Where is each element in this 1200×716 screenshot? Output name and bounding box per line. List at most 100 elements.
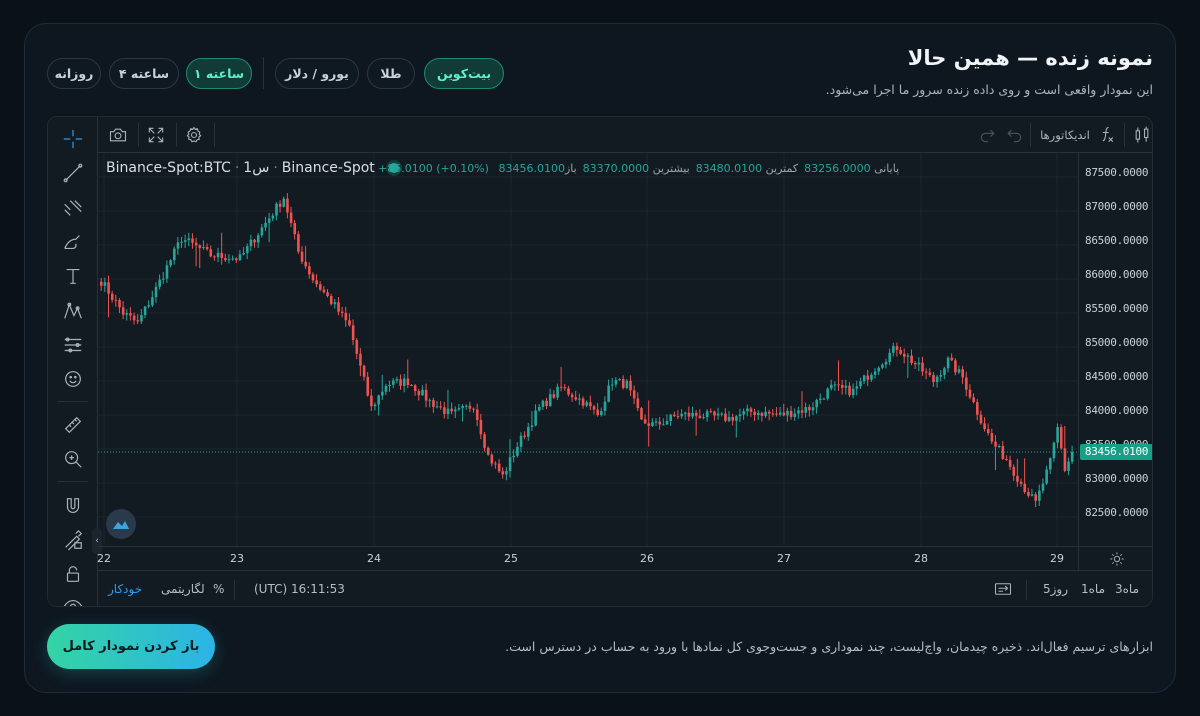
pattern-icon[interactable]: [58, 297, 88, 325]
candle-body: [238, 254, 242, 261]
interval-tab-daily[interactable]: روزانه: [47, 58, 101, 89]
candle-body: [402, 378, 406, 386]
candle-body: [986, 429, 990, 434]
lock-icon[interactable]: [58, 560, 88, 588]
open-full-chart-button[interactable]: باز کردن نمودار کامل: [47, 624, 215, 669]
legend-open-label: باز: [564, 162, 577, 175]
candle-body: [227, 259, 231, 261]
candle-body: [965, 377, 968, 390]
redo-icon[interactable]: [978, 122, 998, 148]
candle-body: [647, 423, 651, 426]
candle-body: [596, 409, 599, 416]
undo-icon[interactable]: [1004, 122, 1024, 148]
fullscreen-icon[interactable]: [144, 122, 168, 148]
magnet-icon[interactable]: [58, 492, 88, 520]
ruler-icon[interactable]: [58, 411, 88, 439]
percent-scale-toggle[interactable]: %: [213, 582, 224, 596]
time-axis[interactable]: 22 23 24 25 26 27 28 29: [97, 546, 1078, 570]
candle-body: [417, 391, 421, 396]
price-tick: 86500.0000: [1085, 234, 1149, 247]
settings-icon[interactable]: [182, 122, 206, 148]
function-icon[interactable]: [1096, 122, 1118, 148]
candle-body: [1008, 460, 1012, 467]
candle-body: [388, 384, 391, 387]
time-tick: 23: [230, 552, 244, 565]
brush-icon[interactable]: [58, 228, 88, 256]
auto-scale-toggle[interactable]: خودکار: [108, 582, 142, 596]
log-scale-toggle[interactable]: لگاریتمی: [161, 582, 205, 596]
candle-body: [443, 407, 446, 414]
indicators-button[interactable]: اندیکاتورها: [1038, 122, 1092, 148]
range-3m[interactable]: 3ماه: [1115, 582, 1139, 596]
text-icon[interactable]: [58, 262, 88, 290]
candle-body: [548, 394, 552, 406]
candle-body: [804, 406, 808, 413]
tab-group-divider: [263, 57, 264, 89]
candle-body: [213, 256, 216, 258]
candle-body: [658, 421, 662, 425]
candle-body: [173, 248, 176, 261]
candle-body: [840, 385, 844, 388]
zoom-in-icon[interactable]: [58, 445, 88, 473]
candle-body: [545, 400, 548, 406]
candle-body: [786, 410, 789, 416]
candle-body: [954, 360, 957, 373]
candle-body: [797, 410, 800, 414]
candle-body: [519, 435, 523, 447]
current-price-label: 83456.0100: [1080, 443, 1152, 460]
candle-body: [654, 421, 658, 423]
time-tick: 22: [97, 552, 111, 565]
candle-body: [702, 417, 705, 419]
candle-body: [968, 389, 972, 398]
candle-body: [231, 258, 234, 260]
crosshair-icon[interactable]: [58, 125, 88, 153]
candle-body: [789, 410, 793, 417]
emoji-icon[interactable]: [58, 365, 88, 393]
candle-body: [997, 445, 1001, 447]
range-5d[interactable]: 5روز: [1043, 582, 1068, 596]
candle-body: [691, 412, 694, 417]
toolbar-divider: [214, 123, 215, 147]
fib-tool-icon[interactable]: [58, 194, 88, 222]
axis-settings-icon[interactable]: [1078, 546, 1152, 570]
candle-body: [643, 419, 647, 424]
price-tick: 82500.0000: [1085, 506, 1149, 519]
candle-body: [1034, 494, 1037, 501]
range-1m[interactable]: 1ماه: [1081, 582, 1105, 596]
candle-body: [979, 414, 983, 424]
candle-body: [439, 406, 443, 408]
candle-body: [465, 405, 468, 407]
plot-area[interactable]: Binance-Spot:BTC · 1س · Binance-Spot +86…: [98, 153, 1078, 546]
trend-line-icon[interactable]: [58, 159, 88, 187]
interval-tab-1h[interactable]: ۱ ساعته: [186, 58, 252, 89]
candle-body: [242, 252, 245, 255]
candles-icon[interactable]: [1130, 122, 1152, 148]
forecast-icon[interactable]: [58, 331, 88, 359]
legend-low: 83256.0000: [804, 162, 871, 175]
candlestick-chart: [98, 153, 1078, 546]
eye-icon[interactable]: [58, 593, 88, 606]
price-axis[interactable]: 87500.0000 87000.0000 86500.0000 86000.0…: [1078, 153, 1152, 546]
candle-body: [406, 378, 410, 386]
candle-body: [753, 411, 756, 416]
camera-icon[interactable]: [106, 122, 130, 148]
interval-tab-4h[interactable]: ۴ ساعته: [109, 58, 179, 89]
symbol-tab-bitcoin[interactable]: بیت‌کوین: [424, 58, 504, 89]
utc-clock[interactable]: (UTC) 16:11:53: [254, 582, 345, 596]
candle-body: [764, 411, 767, 417]
candle-body: [662, 424, 665, 426]
candle-body: [344, 312, 348, 321]
candle-body: [848, 385, 851, 396]
candle-body: [939, 374, 943, 377]
legend-high-label: بیشترین: [652, 162, 690, 175]
symbol-tab-gold[interactable]: طلا: [367, 58, 415, 89]
candle-body: [731, 417, 735, 421]
candle-body: [906, 355, 910, 357]
drawing-toolbar: [48, 117, 98, 606]
candle-body: [775, 413, 778, 415]
tradingview-logo-icon[interactable]: [106, 509, 136, 539]
lock-drawings-icon[interactable]: [58, 526, 88, 554]
footer-note: ابزارهای ترسیم فعال‌اند. ذخیره چیدمان، و…: [505, 639, 1153, 654]
symbol-tab-eurusd[interactable]: یورو / دلار: [275, 58, 359, 89]
date-range-icon[interactable]: [994, 581, 1012, 600]
